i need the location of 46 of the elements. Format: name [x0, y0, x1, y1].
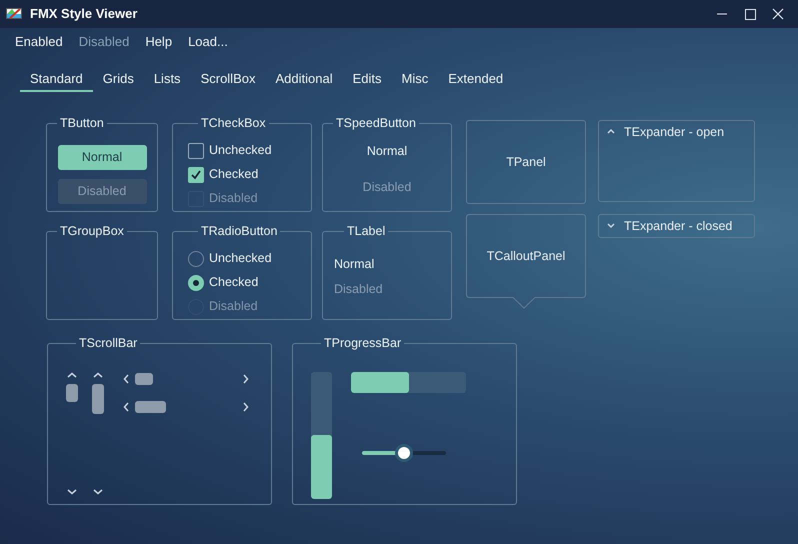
caret-icon[interactable] [607, 128, 615, 136]
tab[interactable]: Standard [20, 68, 93, 92]
menu-item[interactable]: Load... [182, 32, 234, 52]
tab[interactable]: Grids [92, 68, 144, 92]
group-title: TCheckBox [200, 115, 267, 132]
tab[interactable]: Misc [392, 68, 438, 92]
checkbox[interactable] [188, 166, 204, 183]
group-title: TButton [59, 115, 105, 132]
group-title: TScrollBar [78, 335, 138, 352]
group-title: TLabel [346, 223, 386, 240]
group-title: TRadioButton [200, 223, 278, 240]
group-title: TGroupBox [59, 223, 125, 240]
menu-item[interactable]: Enabled [9, 32, 69, 52]
radio-button[interactable] [188, 250, 204, 267]
vertical-scrollbar[interactable] [92, 372, 104, 495]
speed-button[interactable]: Normal [362, 136, 412, 167]
push-button[interactable]: Normal [58, 144, 146, 170]
radio-label: Disabled [209, 298, 258, 316]
checkbox-label: Unchecked [209, 142, 272, 160]
label-text: Disabled [334, 280, 384, 298]
panel-label: TCalloutPanel [486, 248, 566, 265]
checkbox[interactable] [188, 142, 204, 159]
group-title: TProgressBar [323, 335, 402, 352]
tab[interactable]: Edits [342, 68, 392, 92]
window-title: FMX Style Viewer [30, 5, 138, 24]
radio-button[interactable] [188, 274, 204, 291]
horizontal-scrollbar[interactable] [122, 372, 250, 385]
slider-thumb[interactable] [395, 444, 413, 462]
checkbox-label: Disabled [209, 190, 258, 208]
label-text: Normal [334, 256, 376, 273]
group-title: TSpeedButton [335, 115, 417, 132]
panel-label: TPanel [506, 154, 546, 171]
tab[interactable]: ScrollBox [190, 68, 266, 92]
horizontal-scrollbar[interactable] [122, 400, 250, 413]
caret-icon[interactable] [607, 222, 615, 230]
radio-label: Checked [209, 274, 258, 292]
tab[interactable]: Lists [144, 68, 191, 92]
app-icon [6, 8, 22, 20]
radio-label: Unchecked [209, 250, 272, 268]
checkbox-label: Checked [209, 166, 258, 184]
menu-item[interactable]: Help [139, 32, 178, 52]
tab[interactable]: Extended [438, 68, 514, 92]
vertical-scrollbar[interactable] [66, 372, 78, 495]
expander-title[interactable]: TExpander - open [624, 122, 724, 142]
expander-title[interactable]: TExpander - closed [624, 216, 732, 236]
tab[interactable]: Additional [265, 68, 343, 92]
